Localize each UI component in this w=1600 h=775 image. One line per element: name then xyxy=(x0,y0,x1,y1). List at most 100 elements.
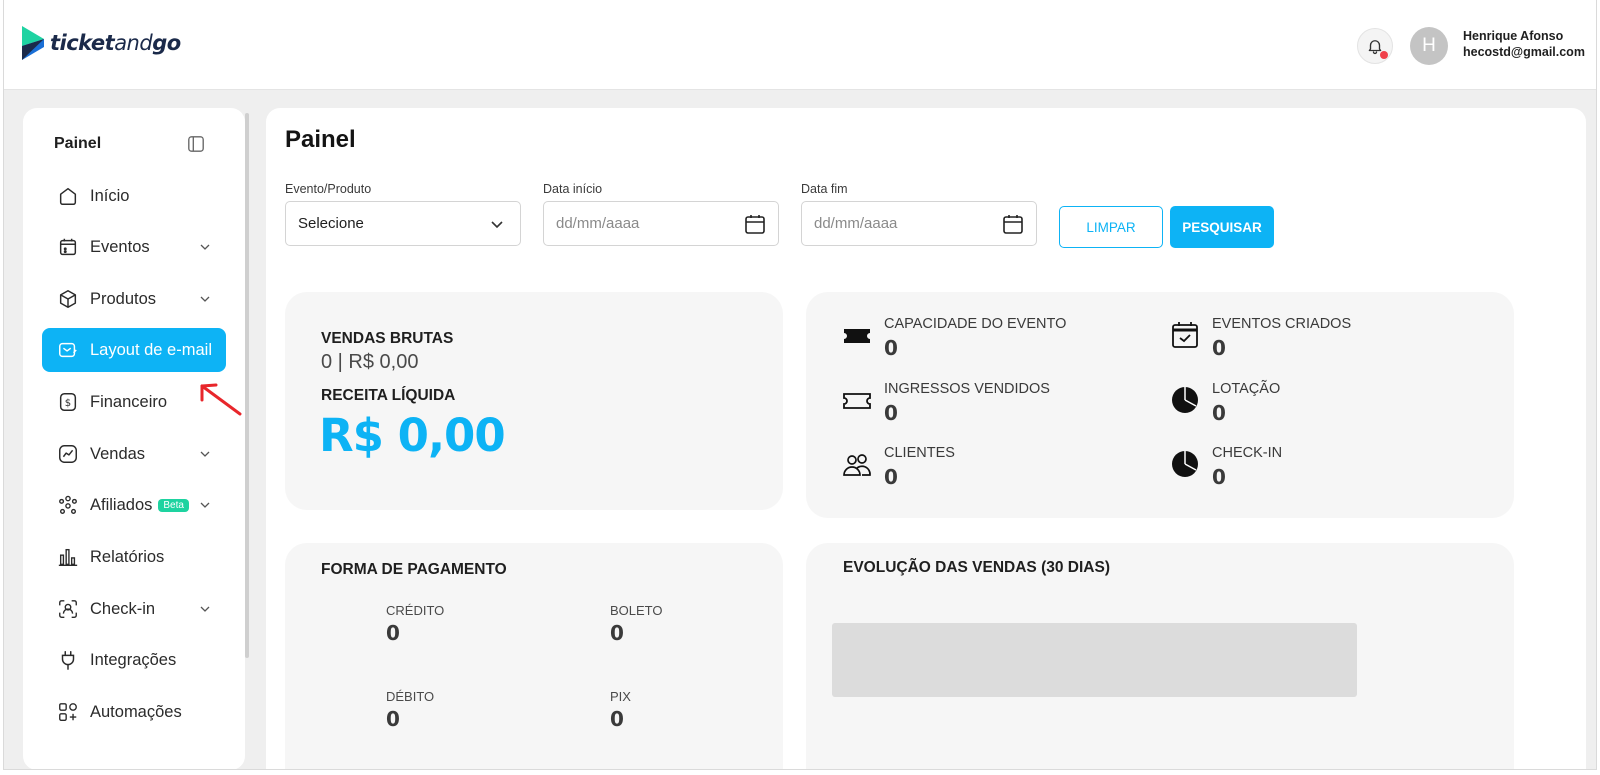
sidebar-item-label: Automações xyxy=(90,702,182,721)
evento-produto-label: Evento/Produto xyxy=(285,182,372,196)
stat-label: EVENTOS CRIADOS xyxy=(1212,316,1352,332)
evolution-title: EVOLUÇÃO DAS VENDAS (30 DIAS) xyxy=(843,559,1110,576)
users-icon xyxy=(843,454,871,476)
credito-value: 0 xyxy=(386,621,400,645)
annotation-arrow-icon xyxy=(200,383,242,416)
pesquisar-button[interactable]: PESQUISAR xyxy=(1170,206,1274,248)
bar-chart-icon xyxy=(57,546,79,568)
sidebar-scrollbar[interactable] xyxy=(245,113,249,658)
receita-liquida-value: R$ 0,00 xyxy=(319,409,506,462)
stat-value: 0 xyxy=(884,465,898,489)
sidebar-item-vendas[interactable]: Vendas xyxy=(42,432,226,476)
page-title: Painel xyxy=(285,126,356,153)
payment-card: FORMA DE PAGAMENTO CRÉDITO 0 BOLETO 0 DÉ… xyxy=(285,543,783,769)
stat-label: CLIENTES xyxy=(884,445,955,461)
user-name: Henrique Afonso xyxy=(1463,29,1564,43)
avatar[interactable]: H xyxy=(1410,27,1448,65)
sidebar-item-label: Integrações xyxy=(90,650,177,669)
sidebar: Painel Início Eventos Produtos Layout de… xyxy=(23,108,245,769)
stat-value: 0 xyxy=(1212,465,1226,489)
chevron-down-icon xyxy=(491,221,503,229)
sidebar-item-eventos[interactable]: Eventos xyxy=(42,225,226,269)
stat-value: 0 xyxy=(884,336,898,360)
data-inicio-label: Data início xyxy=(543,182,603,196)
trend-icon xyxy=(57,443,79,465)
ticket-outline-icon xyxy=(843,393,871,409)
sidebar-item-label: Afiliados Beta xyxy=(90,496,189,515)
stats-card: CAPACIDADE DO EVENTO 0 EVENTOS CRIADOS 0… xyxy=(806,292,1514,518)
sidebar-item-layout-email[interactable]: Layout de e-mail xyxy=(42,328,226,372)
receita-liquida-label: RECEITA LÍQUIDA xyxy=(321,387,456,404)
boleto-label: BOLETO xyxy=(610,603,663,618)
sidebar-collapse-icon[interactable] xyxy=(187,135,205,153)
logo-mark-icon xyxy=(22,26,44,60)
beta-badge: Beta xyxy=(158,498,189,512)
sidebar-item-produtos[interactable]: Produtos xyxy=(42,277,226,321)
sidebar-item-checkin[interactable]: Check-in xyxy=(42,587,226,631)
brand-logo[interactable]: ticketandgo xyxy=(22,26,181,60)
evolution-card: EVOLUÇÃO DAS VENDAS (30 DIAS) xyxy=(806,543,1514,769)
stat-value: 0 xyxy=(1212,401,1226,425)
credito-label: CRÉDITO xyxy=(386,603,445,618)
logo-text: ticketandgo xyxy=(50,31,181,55)
sidebar-item-label: Financeiro xyxy=(90,392,168,411)
pix-label: PIX xyxy=(610,689,631,704)
calendar-icon xyxy=(57,236,79,258)
automation-icon xyxy=(57,701,79,723)
box-icon xyxy=(57,288,79,310)
limpar-button[interactable]: LIMPAR xyxy=(1059,206,1163,248)
top-header: ticketandgo H Henrique Afonso hecostd@gm… xyxy=(4,0,1596,90)
pie-chart-icon xyxy=(1172,451,1198,477)
data-fim-field[interactable]: dd/mm/aaaa xyxy=(801,201,1037,246)
plug-icon xyxy=(57,649,79,671)
scan-user-icon xyxy=(57,598,79,620)
svg-text:$: $ xyxy=(65,398,71,409)
sidebar-item-label: Eventos xyxy=(90,237,150,256)
sidebar-item-label: Relatórios xyxy=(90,547,165,566)
affiliates-icon xyxy=(57,494,79,516)
email-layout-icon xyxy=(57,339,79,361)
stat-label: CHECK-IN xyxy=(1212,445,1283,461)
chevron-down-icon xyxy=(200,451,210,457)
pie-chart-icon xyxy=(1172,387,1198,413)
sidebar-item-automacoes[interactable]: Automações xyxy=(42,690,226,734)
sidebar-item-label: Produtos xyxy=(90,289,157,308)
sidebar-item-relatorios[interactable]: Relatórios xyxy=(42,535,226,579)
vendas-brutas-value: 0 | R$ 0,00 xyxy=(321,351,419,373)
calendar-icon[interactable] xyxy=(1002,213,1024,235)
payment-title: FORMA DE PAGAMENTO xyxy=(321,561,507,578)
sidebar-item-label: Check-in xyxy=(90,599,156,618)
sidebar-item-label: Início xyxy=(90,186,130,205)
data-fim-label: Data fim xyxy=(801,182,848,196)
stat-value: 0 xyxy=(884,401,898,425)
chart-loading-placeholder xyxy=(832,623,1357,697)
notification-dot xyxy=(1380,51,1388,59)
sales-card: VENDAS BRUTAS 0 | R$ 0,00 RECEITA LÍQUID… xyxy=(285,292,783,510)
sidebar-item-integracoes[interactable]: Integrações xyxy=(42,638,226,682)
stat-value: 0 xyxy=(1212,336,1226,360)
ticket-icon xyxy=(844,329,870,343)
notifications-button[interactable] xyxy=(1357,28,1393,64)
vendas-brutas-label: VENDAS BRUTAS xyxy=(321,330,454,347)
app-window: ticketandgo H Henrique Afonso hecostd@gm… xyxy=(3,0,1597,770)
debito-label: DÉBITO xyxy=(386,689,435,704)
boleto-value: 0 xyxy=(610,621,624,645)
data-inicio-field[interactable]: dd/mm/aaaa xyxy=(543,201,779,246)
user-email: hecostd@gmail.com xyxy=(1463,45,1585,59)
sidebar-item-inicio[interactable]: Início xyxy=(42,174,226,218)
stat-label: CAPACIDADE DO EVENTO xyxy=(884,316,1067,332)
evento-produto-select[interactable]: Selecione xyxy=(285,201,521,246)
chevron-down-icon xyxy=(200,244,210,250)
home-icon xyxy=(57,185,79,207)
main-content: Painel Evento/Produto Selecione Data iní… xyxy=(266,108,1586,769)
calendar-check-icon xyxy=(1172,322,1198,348)
chevron-down-icon xyxy=(200,606,210,612)
user-info[interactable]: Henrique Afonso hecostd@gmail.com xyxy=(1463,28,1585,60)
sidebar-title: Painel xyxy=(54,135,102,152)
chevron-down-icon xyxy=(200,296,210,302)
pix-value: 0 xyxy=(610,707,624,731)
debito-value: 0 xyxy=(386,707,400,731)
sidebar-item-afiliados[interactable]: Afiliados Beta xyxy=(42,483,226,527)
calendar-icon[interactable] xyxy=(744,213,766,235)
chevron-down-icon xyxy=(200,502,210,508)
